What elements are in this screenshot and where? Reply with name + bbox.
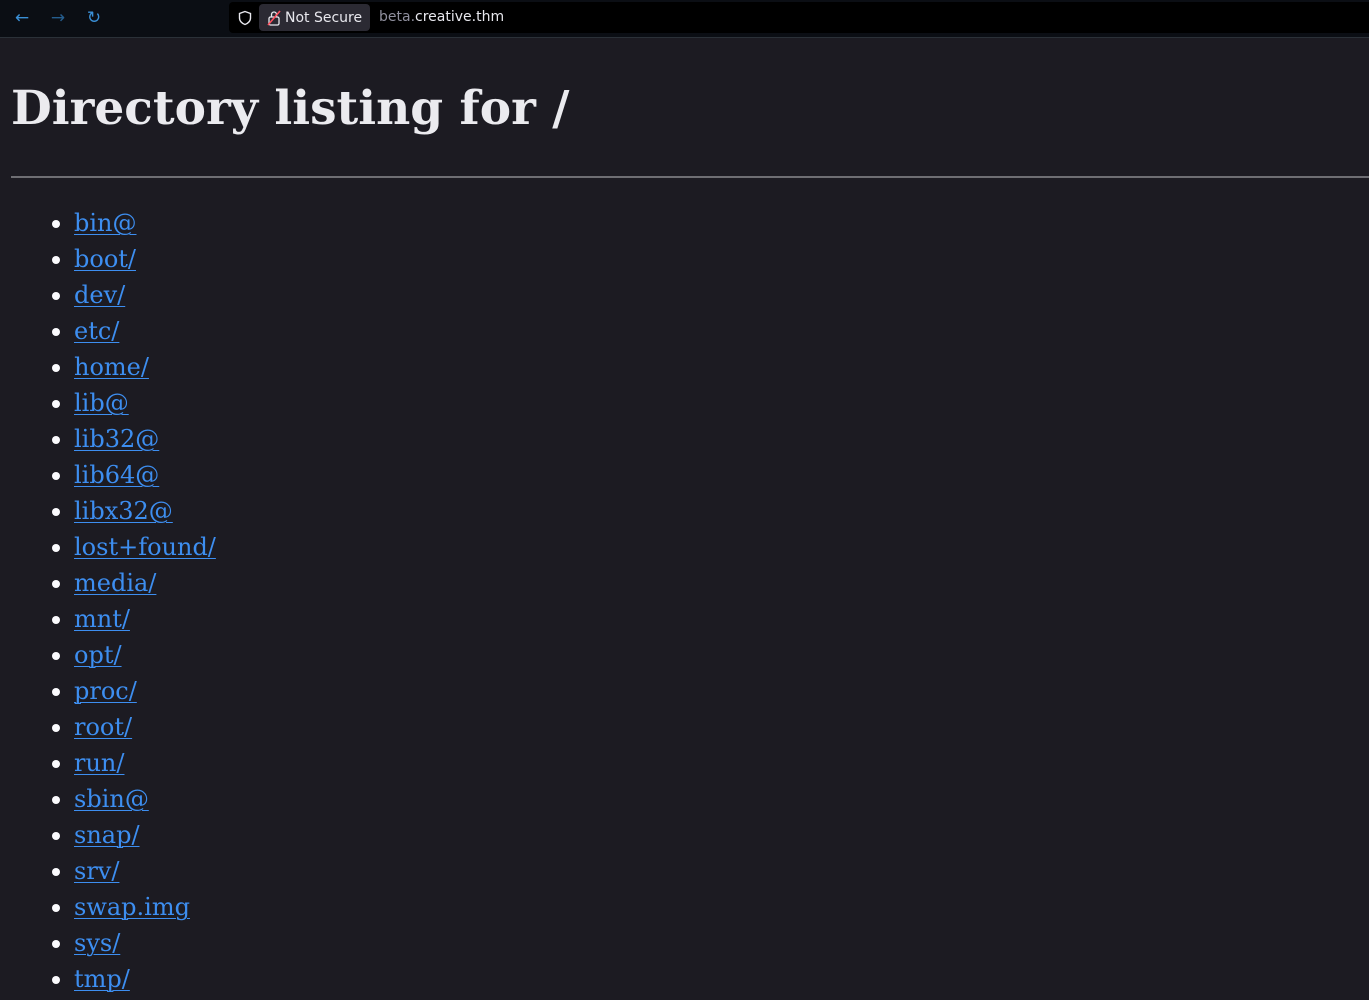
entry-link[interactable]: media/ [74,569,156,597]
list-item: run/ [0,745,216,781]
bullet [52,292,60,300]
page-content: Directory listing for / bin@ boot/ dev/ … [0,39,1369,1000]
list-item: etc/ [0,313,216,349]
list-item: sys/ [0,925,216,961]
list-item: tmp/ [0,961,216,997]
bullet [52,796,60,804]
bullet [52,364,60,372]
list-item: home/ [0,349,216,385]
bullet [52,436,60,444]
list-item: bin@ [0,205,216,241]
bullet [52,904,60,912]
entry-link[interactable]: swap.img [74,893,190,921]
entry-link[interactable]: mnt/ [74,605,130,633]
list-item: libx32@ [0,493,216,529]
bullet [52,328,60,336]
divider [11,176,1369,178]
entry-link[interactable]: proc/ [74,677,137,705]
list-item: lib32@ [0,421,216,457]
entry-link[interactable]: lib64@ [74,461,159,489]
entry-link[interactable]: lib@ [74,389,129,417]
list-item: lib@ [0,385,216,421]
page-title: Directory listing for / [11,81,570,136]
bullet [52,688,60,696]
list-item: boot/ [0,241,216,277]
forward-button[interactable]: → [46,7,70,29]
entry-link[interactable]: srv/ [74,857,119,885]
url-domain: creative.thm [415,9,505,25]
entry-link[interactable]: home/ [74,353,149,381]
bullet [52,976,60,984]
bullet [52,220,60,228]
bullet [52,940,60,948]
list-item: swap.img [0,889,216,925]
entry-link[interactable]: lost+found/ [74,533,216,561]
browser-toolbar: ← → ↻ Not Secure beta.creative.thm [0,0,1369,38]
url-subdomain: beta. [379,9,416,25]
list-item: mnt/ [0,601,216,637]
entry-link[interactable]: sys/ [74,929,120,957]
list-item: dev/ [0,277,216,313]
list-item: proc/ [0,673,216,709]
entry-link[interactable]: root/ [74,713,132,741]
reload-icon: ↻ [86,8,102,28]
bullet [52,832,60,840]
bullet [52,868,60,876]
entry-link[interactable]: opt/ [74,641,122,669]
reload-button[interactable]: ↻ [82,7,106,29]
entry-link[interactable]: tmp/ [74,965,130,993]
list-item: lost+found/ [0,529,216,565]
arrow-right-icon: → [50,8,66,28]
insecure-lock-icon [267,9,281,26]
entry-link[interactable]: snap/ [74,821,140,849]
entry-link[interactable]: dev/ [74,281,125,309]
entry-link[interactable]: etc/ [74,317,119,345]
entry-link[interactable]: lib32@ [74,425,159,453]
bullet [52,508,60,516]
list-item: sbin@ [0,781,216,817]
bullet [52,580,60,588]
list-item: root/ [0,709,216,745]
entry-link[interactable]: sbin@ [74,785,149,813]
bullet [52,652,60,660]
list-item: media/ [0,565,216,601]
list-item: opt/ [0,637,216,673]
bullet [52,400,60,408]
list-item: snap/ [0,817,216,853]
entry-link[interactable]: boot/ [74,245,136,273]
arrow-left-icon: ← [14,8,30,28]
security-indicator[interactable]: Not Secure [259,4,371,31]
security-label: Not Secure [285,9,363,26]
bullet [52,256,60,264]
bullet [52,724,60,732]
list-item: srv/ [0,853,216,889]
shield-icon[interactable] [237,10,253,26]
back-button[interactable]: ← [10,7,34,29]
list-item: lib64@ [0,457,216,493]
directory-list: bin@ boot/ dev/ etc/ home/ lib@ lib32@ l… [0,205,216,997]
bullet [52,472,60,480]
entry-link[interactable]: run/ [74,749,124,777]
bullet [52,616,60,624]
bullet [52,760,60,768]
entry-link[interactable]: libx32@ [74,497,173,525]
url-bar[interactable]: Not Secure beta.creative.thm [229,2,1369,33]
bullet [52,544,60,552]
entry-link[interactable]: bin@ [74,209,137,237]
url-text[interactable]: beta.creative.thm [379,9,504,25]
